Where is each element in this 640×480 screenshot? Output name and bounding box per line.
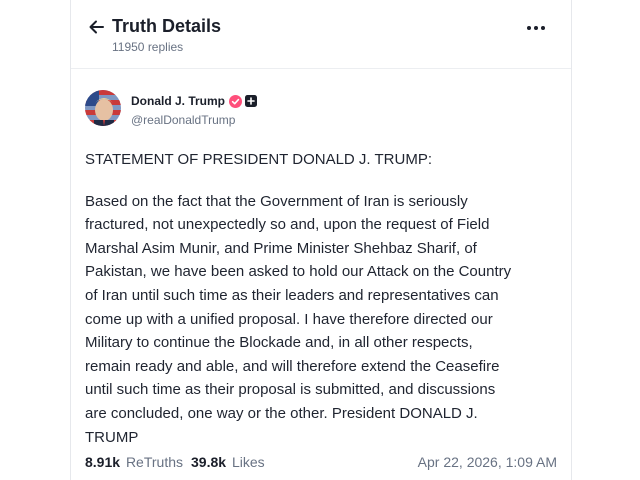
page-header: Truth Details 11950 replies	[71, 0, 571, 69]
post-body-line: come up with a unified proposal. I have …	[85, 310, 493, 328]
arrow-left-icon	[89, 20, 104, 34]
post-body-line: remain ready and able, and will therefor…	[85, 357, 500, 375]
post-body-line: Pakistan, we have been asked to hold our…	[85, 263, 512, 281]
post-body-line: of Iran until such time as their leaders…	[85, 286, 499, 304]
reply-count: 11950 replies	[112, 40, 184, 54]
post-timestamp: Apr 22, 2026, 1:09 AM	[417, 454, 557, 470]
author-handle[interactable]: @realDonaldTrump	[131, 113, 235, 127]
author-name[interactable]: Donald J. Trump	[131, 94, 225, 108]
page-title: Truth Details	[112, 16, 222, 36]
back-button[interactable]	[87, 17, 107, 37]
post-heading: STATEMENT OF PRESIDENT DONALD J. TRUMP:	[85, 151, 432, 168]
post-body-line: are concluded, one way or the other. Pre…	[85, 404, 478, 422]
retruths-count: 8.91k	[85, 454, 121, 470]
post-body: Based on the fact that the Government of…	[85, 190, 557, 450]
post-body-line: fractured, not unexpectedly so and, upon…	[85, 216, 490, 234]
post-body-line: Based on the fact that the Government of…	[85, 192, 468, 210]
post-body-line: until such time as their proposal is sub…	[85, 381, 496, 399]
more-options-button[interactable]	[525, 20, 547, 36]
likes-stat[interactable]: 39.8k Likes	[191, 454, 265, 470]
retruths-stat[interactable]: 8.91k ReTruths	[85, 454, 183, 470]
verified-badge-icon	[229, 94, 243, 108]
post-body-line: TRUMP	[85, 428, 139, 446]
retruths-label: ReTruths	[125, 454, 183, 470]
avatar[interactable]	[85, 90, 121, 126]
post-content: STATEMENT OF PRESIDENT DONALD J. TRUMP: …	[85, 148, 557, 449]
likes-label: Likes	[231, 454, 265, 470]
truth-details-panel: Truth Details 11950 replies Donald J. Tr…	[70, 0, 572, 480]
post-body-line: Military to continue the Blockade and, i…	[85, 334, 473, 352]
post-author: Donald J. Trump @realDonaldTrump	[85, 90, 555, 130]
plus-badge-icon	[245, 95, 258, 107]
more-horizontal-icon	[527, 26, 545, 30]
likes-count: 39.8k	[191, 454, 227, 470]
post-body-line: Marshal Asim Munir, and Prime Minister S…	[85, 239, 477, 257]
post-stats: 8.91k ReTruths 39.8k Likes Apr 22, 2026,…	[85, 454, 557, 474]
